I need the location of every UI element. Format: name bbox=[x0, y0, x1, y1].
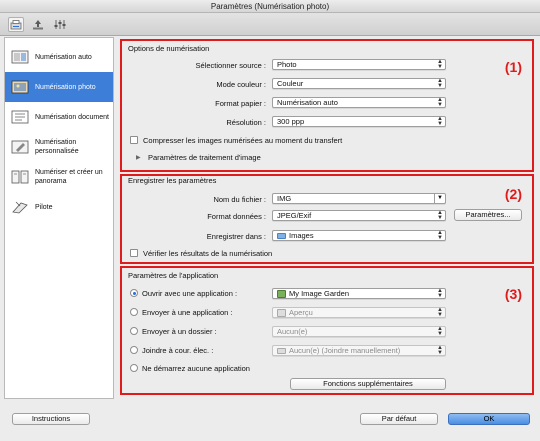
sidebar-item-custom-scan[interactable]: Numérisation personnalisée bbox=[5, 132, 113, 162]
filename-label: Nom du fichier : bbox=[213, 195, 266, 204]
filename-combobox[interactable]: IMG ▼ bbox=[272, 193, 446, 204]
app-settings-title: Paramètres de l'application bbox=[128, 271, 219, 280]
save-in-label: Enregistrer dans : bbox=[206, 232, 266, 241]
verify-results-label: Vérifier les résultats de la numérisatio… bbox=[143, 249, 273, 258]
no-app-radio[interactable] bbox=[130, 364, 138, 372]
color-mode-label: Mode couleur : bbox=[216, 80, 266, 89]
sidebar-item-panorama[interactable]: Numériser et créer un panorama bbox=[5, 162, 113, 192]
select-arrows-icon: ▲ ▼ bbox=[437, 230, 443, 241]
sidebar-item-photo-scan[interactable]: Numérisation photo bbox=[5, 72, 113, 102]
default-button[interactable]: Par défaut bbox=[360, 413, 438, 425]
settings-window: Paramètres (Numérisation photo) Numérisa… bbox=[0, 0, 540, 441]
toolbar bbox=[0, 13, 540, 36]
driver-icon bbox=[11, 200, 29, 214]
source-label: Sélectionner source : bbox=[195, 61, 266, 70]
scan-from-computer-icon[interactable] bbox=[8, 17, 24, 32]
scan-from-panel-icon[interactable] bbox=[30, 17, 46, 32]
open-with-app-radio[interactable] bbox=[130, 289, 138, 297]
select-arrows-icon: ▲ ▼ bbox=[437, 210, 443, 221]
select-arrows-icon: ▲ ▼ bbox=[437, 345, 443, 356]
sidebar-item-document-scan[interactable]: Numérisation document bbox=[5, 102, 113, 132]
select-arrows-icon: ▲ ▼ bbox=[437, 78, 443, 89]
attach-email-label: Joindre à cour. élec. : bbox=[142, 346, 214, 355]
footer: Instructions Par défaut OK bbox=[0, 403, 540, 441]
save-in-select[interactable]: Images ▲ ▼ bbox=[272, 230, 446, 241]
resolution-label: Résolution : bbox=[226, 118, 266, 127]
send-to-folder-label: Envoyer à un dossier : bbox=[142, 327, 217, 336]
open-with-app-label: Ouvrir avec une application : bbox=[142, 289, 238, 298]
image-processing-toggle[interactable]: Paramètres de traitement d'image bbox=[148, 153, 261, 162]
save-settings-title: Enregistrer les paramètres bbox=[128, 176, 217, 185]
app-settings-section: Paramètres de l'application (3) Ouvrir a… bbox=[120, 266, 534, 395]
attach-email-radio[interactable] bbox=[130, 346, 138, 354]
source-select[interactable]: Photo ▲ ▼ bbox=[272, 59, 446, 70]
select-arrows-icon: ▲ ▼ bbox=[437, 116, 443, 127]
format-settings-button[interactable]: Paramètres... bbox=[454, 209, 522, 221]
send-to-folder-radio[interactable] bbox=[130, 327, 138, 335]
sidebar-item-auto-scan[interactable]: Numérisation auto bbox=[5, 42, 113, 72]
data-format-select[interactable]: JPEG/Exif ▲ ▼ bbox=[272, 210, 446, 221]
section-number-2: (2) bbox=[504, 186, 522, 202]
color-mode-select[interactable]: Couleur ▲ ▼ bbox=[272, 78, 446, 89]
preview-app-icon bbox=[277, 309, 286, 318]
ok-button[interactable]: OK bbox=[448, 413, 530, 425]
folder-icon bbox=[277, 233, 286, 240]
panorama-icon bbox=[11, 170, 29, 184]
attach-email-select[interactable]: Aucun(e) (Joindre manuellement) ▲ ▼ bbox=[272, 345, 446, 356]
scan-options-title: Options de numérisation bbox=[128, 44, 210, 53]
no-app-label: Ne démarrez aucune application bbox=[142, 364, 250, 373]
disclosure-triangle-icon[interactable]: ▶ bbox=[136, 154, 141, 161]
verify-results-checkbox[interactable] bbox=[130, 249, 138, 257]
window-title: Paramètres (Numérisation photo) bbox=[0, 0, 540, 13]
send-to-folder-select[interactable]: Aucun(e) ▲ ▼ bbox=[272, 326, 446, 337]
section-number-3: (3) bbox=[504, 286, 522, 302]
compress-label: Compresser les images numérisées au mome… bbox=[143, 136, 343, 145]
open-with-app-select[interactable]: My Image Garden ▲ ▼ bbox=[272, 288, 446, 299]
select-arrows-icon: ▲ ▼ bbox=[437, 59, 443, 70]
app-icon bbox=[277, 290, 286, 299]
custom-scan-icon bbox=[11, 140, 29, 154]
save-settings-section: Enregistrer les paramètres (2) Nom du fi… bbox=[120, 174, 534, 264]
more-functions-button[interactable]: Fonctions supplémentaires bbox=[290, 378, 446, 390]
select-arrows-icon: ▲ ▼ bbox=[437, 307, 443, 318]
send-to-app-radio[interactable] bbox=[130, 308, 138, 316]
compress-checkbox[interactable] bbox=[130, 136, 138, 144]
select-arrows-icon: ▲ ▼ bbox=[437, 326, 443, 337]
sidebar-item-driver[interactable]: Pilote bbox=[5, 192, 113, 222]
general-settings-icon[interactable] bbox=[52, 17, 68, 32]
sidebar: Numérisation auto Numérisation photo Num… bbox=[4, 37, 114, 399]
send-to-app-select[interactable]: Aperçu ▲ ▼ bbox=[272, 307, 446, 318]
select-arrows-icon: ▲ ▼ bbox=[437, 97, 443, 108]
section-number-1: (1) bbox=[504, 59, 522, 75]
select-arrows-icon: ▲ ▼ bbox=[437, 288, 443, 299]
paper-size-label: Format papier : bbox=[215, 99, 266, 108]
instructions-button[interactable]: Instructions bbox=[12, 413, 90, 425]
settings-panel: Options de numérisation (1) Sélectionner… bbox=[118, 37, 536, 399]
photo-scan-icon bbox=[11, 80, 29, 94]
email-client-icon bbox=[277, 348, 286, 355]
resolution-select[interactable]: 300 ppp ▲ ▼ bbox=[272, 116, 446, 127]
chevron-down-icon[interactable]: ▼ bbox=[434, 193, 445, 204]
data-format-label: Format données : bbox=[207, 212, 266, 221]
send-to-app-label: Envoyer à une application : bbox=[142, 308, 233, 317]
document-scan-icon bbox=[11, 110, 29, 124]
auto-scan-icon bbox=[11, 50, 29, 64]
scan-options-section: Options de numérisation (1) Sélectionner… bbox=[120, 39, 534, 172]
paper-size-select[interactable]: Numérisation auto ▲ ▼ bbox=[272, 97, 446, 108]
